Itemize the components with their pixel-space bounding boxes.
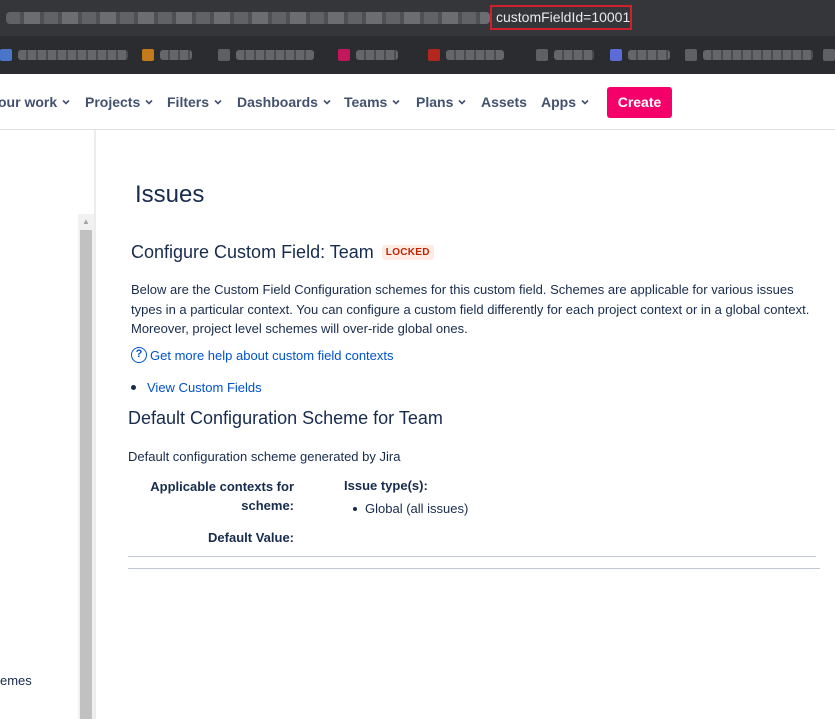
- issue-type-label: Global (all issues): [365, 501, 469, 516]
- help-circle-icon: ?: [131, 347, 147, 363]
- description-text: Below are the Custom Field Configuration…: [131, 282, 810, 336]
- divider: [128, 556, 816, 557]
- scheme-description: Default configuration scheme generated b…: [128, 449, 401, 464]
- nav-teams[interactable]: Teams: [344, 94, 402, 110]
- nav-your-work[interactable]: our work: [0, 94, 72, 110]
- issue-type-item: Global (all issues): [353, 501, 468, 516]
- label-line: scheme:: [241, 498, 294, 513]
- chevron-down-icon: [392, 99, 400, 105]
- bookmark[interactable]: [685, 48, 813, 62]
- bullet: [353, 506, 357, 511]
- nav-plans[interactable]: Plans: [416, 94, 468, 110]
- bullet: [131, 385, 136, 390]
- view-custom-fields-link[interactable]: View Custom Fields: [147, 380, 262, 395]
- scrollbar-thumb[interactable]: [80, 230, 92, 719]
- nav-label: Filters: [167, 94, 210, 110]
- bookmarks-bar: [0, 36, 835, 74]
- nav-label: our work: [0, 94, 58, 110]
- nav-label: Projects: [85, 94, 141, 110]
- nav-apps[interactable]: Apps: [541, 94, 591, 110]
- view-custom-fields-item: View Custom Fields: [131, 380, 262, 395]
- bookmark[interactable]: [218, 48, 314, 62]
- browser-address-bar[interactable]: customFieldId=10001: [0, 0, 835, 36]
- page-title: Issues: [135, 181, 205, 208]
- sidebar-item-schemes[interactable]: emes: [0, 673, 32, 688]
- label-line: Applicable contexts for: [150, 479, 294, 494]
- url-blurred-segment: [6, 12, 490, 24]
- help-link[interactable]: ? Get more help about custom field conte…: [131, 347, 394, 363]
- applicable-contexts-label: Applicable contexts for scheme:: [140, 477, 294, 515]
- nav-label: Dashboards: [237, 94, 318, 110]
- nav-label: Apps: [541, 94, 576, 110]
- custom-field-title-text: Configure Custom Field: Team: [131, 242, 374, 262]
- bookmark[interactable]: [0, 48, 128, 62]
- default-value-label: Default Value:: [208, 530, 294, 545]
- nav-label: Teams: [344, 94, 388, 110]
- chevron-down-icon: [214, 99, 222, 105]
- issue-types-heading: Issue type(s):: [344, 478, 428, 493]
- bookmark[interactable]: [536, 48, 594, 62]
- nav-projects[interactable]: Projects: [85, 94, 155, 110]
- nav-label: Plans: [416, 94, 454, 110]
- scroll-up-arrow-icon[interactable]: ▲: [78, 214, 94, 230]
- nav-assets[interactable]: Assets: [481, 94, 527, 110]
- custom-field-title: Configure Custom Field: Team LOCKED: [131, 242, 434, 263]
- scheme-title: Default Configuration Scheme for Team: [128, 408, 443, 428]
- bookmark[interactable]: [142, 48, 192, 62]
- bookmark[interactable]: [823, 48, 835, 62]
- chevron-down-icon: [145, 99, 153, 105]
- chevron-down-icon: [62, 99, 70, 105]
- bookmark[interactable]: [610, 48, 670, 62]
- divider: [128, 568, 820, 569]
- bookmark[interactable]: [338, 48, 398, 62]
- nav-filters[interactable]: Filters: [167, 94, 224, 110]
- chevron-down-icon: [323, 99, 331, 105]
- nav-label: Assets: [481, 94, 527, 110]
- chevron-down-icon: [581, 99, 589, 105]
- chevron-down-icon: [458, 99, 466, 105]
- url-highlighted-segment: customFieldId=10001: [490, 5, 632, 30]
- help-link-text[interactable]: Get more help about custom field context…: [150, 348, 394, 363]
- locked-badge: LOCKED: [381, 245, 434, 260]
- nav-dashboards[interactable]: Dashboards: [237, 94, 333, 110]
- create-button[interactable]: Create: [607, 87, 672, 118]
- top-navigation: our work Projects Filters Dashboards Tea…: [0, 74, 835, 130]
- bookmark[interactable]: [428, 48, 504, 62]
